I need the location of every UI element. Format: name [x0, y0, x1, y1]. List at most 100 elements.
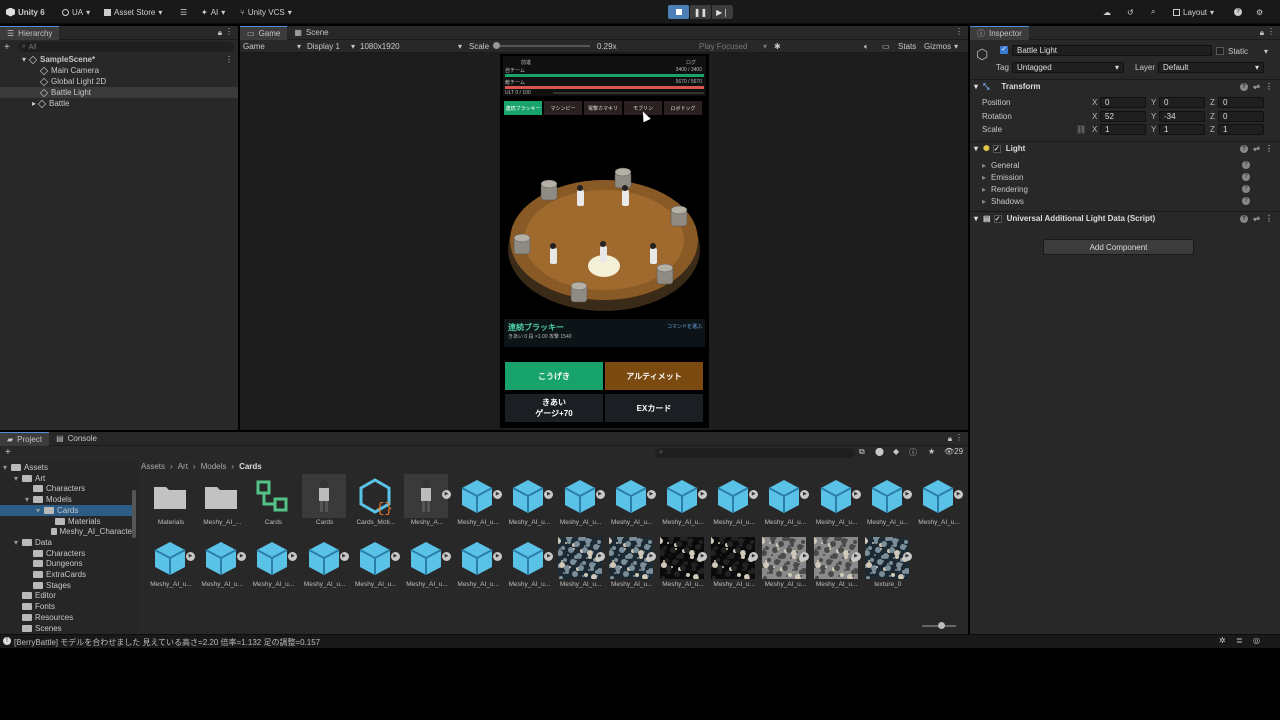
info-icon[interactable]: ⓘ	[909, 447, 917, 458]
asset-item[interactable]: ▶ Meshy_AI_u...	[658, 474, 708, 530]
asset-item[interactable]: ▶ Meshy_AI_u...	[760, 474, 810, 530]
expand-asset-icon[interactable]: ▶	[595, 490, 605, 499]
static-checkbox[interactable]	[1216, 47, 1224, 55]
light-enabled-checkbox[interactable]: ✓	[992, 144, 1001, 153]
expand-asset-icon[interactable]: ▶	[902, 490, 912, 499]
more-icon[interactable]: ⋮	[225, 55, 233, 64]
filter-label-icon[interactable]: ⬤	[875, 447, 884, 456]
active-checkbox[interactable]: ✓	[1000, 46, 1008, 54]
layout-dropdown[interactable]: Layout ▾	[1173, 5, 1214, 19]
script-enabled-checkbox[interactable]: ✓	[993, 214, 1002, 223]
expand-asset-icon[interactable]: ▶	[851, 552, 861, 561]
expand-asset-icon[interactable]: ▶	[851, 490, 861, 499]
asset-item[interactable]: Cards	[300, 474, 350, 530]
breadcrumb-item[interactable]: Art	[178, 462, 188, 471]
packages-button[interactable]: ☰	[180, 5, 187, 19]
play-focused-dropdown[interactable]: Play Focused ▾	[699, 41, 767, 52]
gizmos-dropdown[interactable]: Gizmos ▾	[924, 41, 958, 52]
hierarchy-item-main-camera[interactable]: Main Camera	[0, 65, 238, 76]
light-section-shadows[interactable]: ▸ Shadows?	[970, 195, 1280, 207]
position-y-field[interactable]: 0	[1159, 97, 1205, 108]
debug-icon[interactable]: ✲	[1219, 636, 1226, 645]
expand-asset-icon[interactable]: ▶	[646, 490, 656, 499]
hierarchy-item-global-light[interactable]: Global Light 2D	[0, 76, 238, 87]
scale-slider[interactable]	[493, 42, 590, 49]
tab-inspector[interactable]: ⓘ Inspector	[970, 25, 1029, 40]
position-x-field[interactable]: 0	[1100, 97, 1146, 108]
asset-item[interactable]: {} Cards_Moti...	[351, 474, 401, 530]
breadcrumb-item[interactable]: Cards	[239, 462, 262, 471]
star-icon[interactable]: ★	[928, 447, 935, 456]
tree-item[interactable]: Stages	[0, 580, 132, 591]
tree-item[interactable]: ▾ Data	[0, 537, 132, 548]
game-render[interactable]: 前進 ログ 自チーム 3400 / 3400 敵チーム 5670 / 5670 …	[500, 54, 709, 428]
filter-type-icon[interactable]: ⧉	[859, 447, 865, 457]
expand-asset-icon[interactable]: ▶	[390, 552, 400, 561]
kiai-button[interactable]: きあい ゲージ+70	[505, 394, 603, 422]
expand-asset-icon[interactable]: ▶	[902, 552, 912, 561]
asset-item[interactable]: ▶ Meshy_AI_u...	[146, 536, 196, 592]
asset-item[interactable]: ▶ Meshy_AI_u...	[402, 536, 452, 592]
pause-button[interactable]: ❚❚	[690, 5, 711, 19]
more-icon[interactable]: ⋮	[1265, 144, 1273, 153]
tab-hierarchy[interactable]: ☰ Hierarchy	[0, 25, 60, 40]
more-icon[interactable]: ⋮	[225, 27, 233, 36]
slider-handle[interactable]	[493, 42, 500, 49]
lock-icon[interactable]: 🔒︎	[948, 434, 952, 444]
expand-asset-icon[interactable]: ▶	[493, 490, 503, 499]
hierarchy-item-battle-light[interactable]: Battle Light	[0, 87, 238, 98]
help-icon[interactable]: ?	[1240, 214, 1248, 223]
link-icon[interactable]: ⛓	[1076, 125, 1086, 134]
scale-z-field[interactable]: 1	[1218, 124, 1264, 135]
asset-item[interactable]: ▶ Meshy_AI_u...	[760, 536, 810, 592]
tree-item[interactable]: Fonts	[0, 601, 132, 612]
step-button[interactable]: ▶❘	[712, 5, 733, 19]
add-icon[interactable]: +	[5, 447, 11, 458]
object-name-field[interactable]: Battle Light	[1012, 45, 1212, 56]
attack-button[interactable]: こうげき	[505, 362, 603, 390]
expand-asset-icon[interactable]: ▶	[595, 552, 605, 561]
asset-item[interactable]: ▶ Meshy_AI_u...	[863, 474, 913, 530]
expand-asset-icon[interactable]: ▶	[493, 552, 503, 561]
settings-button[interactable]: ⚙	[1256, 5, 1263, 19]
zoom-slider[interactable]	[922, 622, 956, 629]
add-component-button[interactable]: Add Component	[1043, 239, 1194, 255]
expand-asset-icon[interactable]: ▶	[698, 490, 707, 499]
expand-asset-icon[interactable]: ▶	[800, 490, 810, 499]
asset-item[interactable]: ▶ Meshy_AI_u...	[504, 474, 554, 530]
char-tab[interactable]: 連続ブラッキー	[504, 101, 542, 115]
char-tab[interactable]: ロボドッグ	[664, 101, 702, 115]
light-header[interactable]: ▾ ✺ ✓ Light ? ⇌ ⋮	[970, 141, 1280, 155]
ex-card-button[interactable]: EXカード	[605, 394, 703, 422]
more-icon[interactable]: ⋮	[955, 27, 963, 36]
ua-dropdown[interactable]: UA ▾	[62, 5, 90, 19]
asset-item[interactable]: ▶ Meshy_AI_u...	[658, 536, 708, 592]
asset-item[interactable]: ▶ Meshy_AI_u...	[351, 536, 401, 592]
asset-item[interactable]: ▶ Meshy_AI_u...	[453, 474, 503, 530]
rotation-z-field[interactable]: 0	[1218, 111, 1264, 122]
tree-item[interactable]: ▾ Assets	[0, 462, 132, 473]
scale-y-field[interactable]: 1	[1159, 124, 1205, 135]
cache-icon[interactable]: ◎	[1253, 636, 1260, 645]
light-section-emission[interactable]: ▸ Emission?	[970, 171, 1280, 183]
tree-item[interactable]: Meshy_AI_Characte	[0, 526, 132, 537]
asset-item[interactable]: ▶ Meshy_AI_u...	[197, 536, 247, 592]
help-icon[interactable]: ?	[1242, 173, 1250, 181]
scene-row[interactable]: ▾ SampleScene* ⋮	[0, 54, 238, 65]
rotation-y-field[interactable]: -34	[1159, 111, 1205, 122]
asset-item[interactable]: ▶ Meshy_AI_u...	[504, 536, 554, 592]
asset-item[interactable]: ▶ Meshy_AI_u...	[914, 474, 964, 530]
light-section-general[interactable]: ▸ General?	[970, 159, 1280, 171]
expand-asset-icon[interactable]: ▶	[339, 552, 349, 561]
presets-icon[interactable]: ⇌	[1253, 214, 1260, 223]
asset-item[interactable]: ▶ Meshy_AI_u...	[607, 474, 657, 530]
char-tab[interactable]: マシンピー	[544, 101, 582, 115]
expand-asset-icon[interactable]: ▶	[442, 490, 451, 499]
asset-item[interactable]: Materials	[146, 474, 196, 530]
tab-console[interactable]: ▤ Console	[49, 432, 104, 446]
expand-asset-icon[interactable]: ▶	[698, 552, 707, 561]
asset-item[interactable]: ▶ Meshy_A...	[402, 474, 452, 530]
play-button[interactable]	[668, 5, 689, 19]
resolution-dropdown[interactable]: 1080x1920 ▾	[360, 41, 462, 52]
tree-item[interactable]: ▾ Cards	[0, 504, 132, 516]
